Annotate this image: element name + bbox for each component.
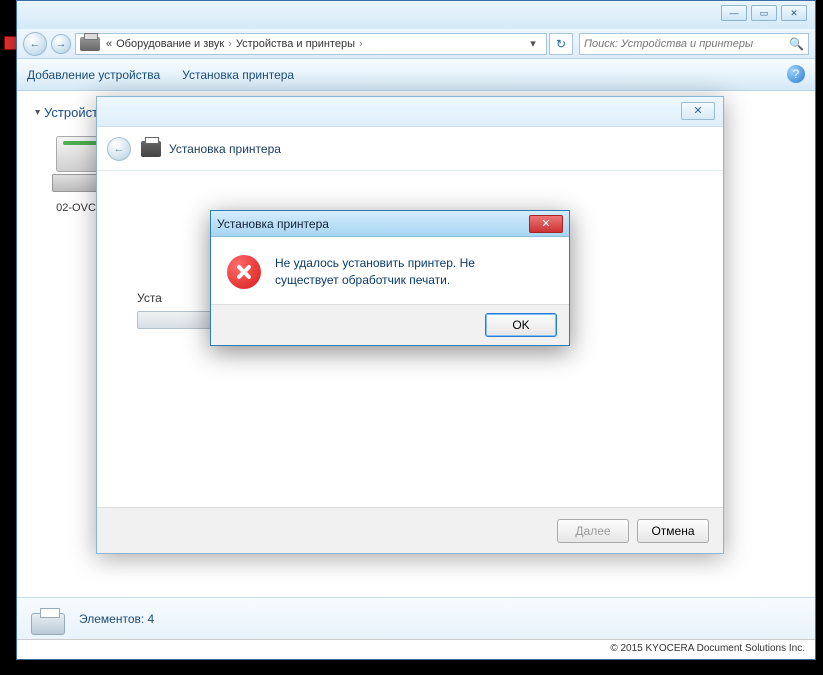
breadcrumb-seg-devices[interactable]: Устройства и принтеры xyxy=(236,38,355,50)
search-input[interactable] xyxy=(584,38,789,50)
printer-icon xyxy=(141,141,161,157)
breadcrumb-dropdown[interactable]: ▾ xyxy=(524,37,542,50)
copyright-footer: © 2015 KYOCERA Document Solutions Inc. xyxy=(17,639,815,659)
error-icon xyxy=(227,255,261,289)
wizard-back-button[interactable]: ← xyxy=(107,137,131,161)
printers-category-icon xyxy=(29,603,69,635)
close-button[interactable]: ✕ xyxy=(781,5,807,21)
msgbox-footer: OK xyxy=(211,304,569,345)
wizard-next-button: Далее xyxy=(557,519,629,543)
msgbox-titlebar: Установка принтера ✕ xyxy=(211,211,569,237)
wizard-footer: Далее Отмена xyxy=(97,507,723,553)
breadcrumb[interactable]: « Оборудование и звук › Устройства и при… xyxy=(75,33,547,55)
help-button[interactable]: ? xyxy=(787,65,805,83)
printer-category-icon xyxy=(80,37,100,51)
breadcrumb-trailing-icon: › xyxy=(359,38,363,50)
nav-back-button[interactable]: ← xyxy=(23,32,47,56)
search-icon[interactable]: 🔍 xyxy=(789,37,804,51)
status-text: Элементов: 4 xyxy=(79,612,154,626)
maximize-button[interactable]: ▭ xyxy=(751,5,777,21)
refresh-button[interactable]: ↻ xyxy=(549,33,573,55)
add-device-link[interactable]: Добавление устройства xyxy=(27,68,160,82)
search-box[interactable]: 🔍 xyxy=(579,33,809,55)
msgbox-close-button[interactable]: ✕ xyxy=(529,215,563,233)
titlebar: — ▭ ✕ xyxy=(17,1,815,29)
msgbox-text: Не удалось установить принтер. Не сущест… xyxy=(275,255,475,290)
error-message-box: Установка принтера ✕ Не удалось установи… xyxy=(210,210,570,346)
desktop-left xyxy=(0,0,16,675)
wizard-titlebar: ✕ xyxy=(97,97,723,127)
nav-forward-button[interactable]: → xyxy=(51,34,71,54)
command-bar: Добавление устройства Установка принтера… xyxy=(17,59,815,91)
msgbox-ok-button[interactable]: OK xyxy=(485,313,557,337)
breadcrumb-seg-hardware[interactable]: Оборудование и звук xyxy=(116,38,224,50)
msgbox-body: Не удалось установить принтер. Не сущест… xyxy=(211,237,569,304)
breadcrumb-separator-icon: › xyxy=(228,38,232,50)
address-bar: ← → « Оборудование и звук › Устройства и… xyxy=(17,29,815,59)
minimize-button[interactable]: — xyxy=(721,5,747,21)
msgbox-title: Установка принтера xyxy=(217,217,329,231)
window-controls: — ▭ ✕ xyxy=(721,5,807,21)
breadcrumb-chevron-left: « xyxy=(106,38,112,50)
wizard-close-button[interactable]: ✕ xyxy=(681,102,715,120)
wizard-header: ← Установка принтера xyxy=(97,127,723,171)
wizard-title: Установка принтера xyxy=(169,142,281,156)
add-printer-link[interactable]: Установка принтера xyxy=(182,68,294,82)
status-bar: Элементов: 4 xyxy=(17,597,815,639)
wizard-cancel-button[interactable]: Отмена xyxy=(637,519,709,543)
